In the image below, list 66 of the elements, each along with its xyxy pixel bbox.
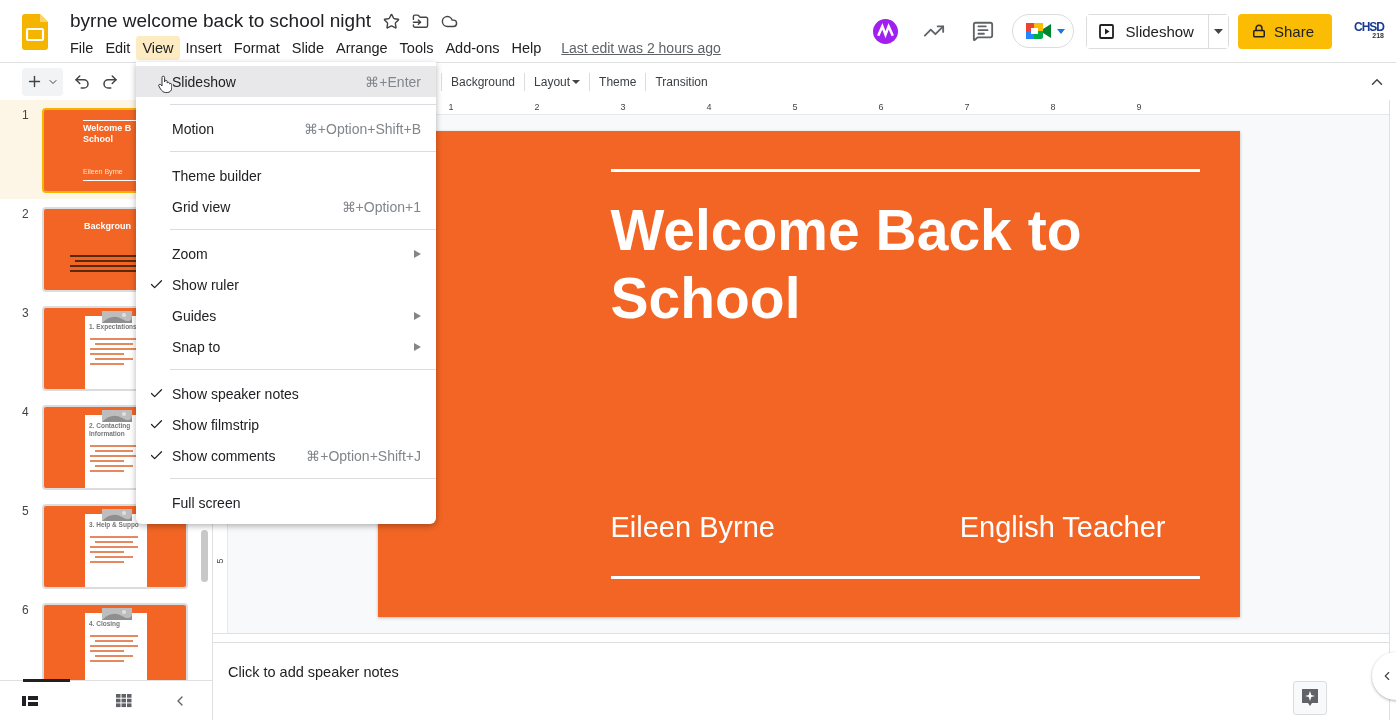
new-slide-button[interactable] xyxy=(22,67,63,96)
addon-icon[interactable] xyxy=(872,18,898,44)
ruler-number: 4 xyxy=(705,102,713,112)
ruler-number: 5 xyxy=(791,102,799,112)
slideshow-button[interactable]: Slideshow xyxy=(1086,14,1209,48)
logo-text: CHSD xyxy=(1354,22,1384,34)
menu-bar-item[interactable]: Format xyxy=(227,36,286,60)
text-lines-drawing xyxy=(90,635,138,665)
speaker-notes-placeholder[interactable]: Click to add speaker notes xyxy=(228,664,399,680)
text-lines-drawing xyxy=(90,338,138,368)
toolbar-button[interactable]: Background xyxy=(441,72,525,91)
menu-bar-item[interactable]: View xyxy=(136,36,180,60)
play-icon xyxy=(1098,23,1114,39)
assistant-button[interactable] xyxy=(1293,681,1327,715)
hand-cursor-icon xyxy=(158,75,172,93)
caret-icon xyxy=(1213,28,1223,34)
ruler-number: 7 xyxy=(963,102,971,112)
slide-number: 1 xyxy=(21,108,30,122)
share-button[interactable]: Share xyxy=(1237,13,1332,49)
ruler-number: 1 xyxy=(447,102,455,112)
toolbar-button[interactable]: Theme xyxy=(589,72,646,91)
menu-bar-item[interactable]: Arrange xyxy=(330,36,394,60)
scrollbar[interactable] xyxy=(201,530,208,582)
ruler-number: 6 xyxy=(877,102,885,112)
menu-bar-item[interactable]: Tools xyxy=(393,36,440,60)
slide-number: 6 xyxy=(21,603,30,617)
ruler-number: 3 xyxy=(619,102,627,112)
thumbnail-title: School xyxy=(83,134,113,145)
ruler-number: 2 xyxy=(533,102,541,112)
shortcut-text: ⌘+Enter xyxy=(365,73,421,90)
text-lines-drawing xyxy=(90,536,138,566)
undo-icon[interactable] xyxy=(73,72,91,91)
menu-bar-item[interactable]: File xyxy=(64,36,100,60)
star-icon[interactable] xyxy=(383,12,400,30)
menu-bar-item[interactable]: Slide xyxy=(285,36,330,60)
video-camera-icon xyxy=(1024,21,1053,41)
sparkle-icon xyxy=(1301,688,1319,708)
side-panel-toggle[interactable] xyxy=(1372,652,1396,700)
toolbar-button[interactable]: Layout xyxy=(524,72,590,91)
menu-bar-item[interactable]: Help xyxy=(505,36,548,60)
plus-icon xyxy=(26,73,43,90)
ruler-number: 8 xyxy=(1049,102,1057,112)
list-view-icon[interactable] xyxy=(22,693,38,708)
slide-number: 5 xyxy=(21,504,30,518)
document-title[interactable]: byrne welcome back to school night xyxy=(70,10,371,32)
move-folder-icon[interactable] xyxy=(412,12,429,30)
caret-icon xyxy=(1056,28,1065,34)
last-edit-link[interactable]: Last edit was 2 hours ago xyxy=(561,40,721,56)
grid-view-icon[interactable] xyxy=(116,693,132,708)
ruler-number: 9 xyxy=(1135,102,1143,112)
text-lines-drawing xyxy=(90,445,138,475)
menu-bar-item[interactable]: Add-ons xyxy=(439,36,506,60)
slide-number: 4 xyxy=(21,405,30,419)
menu-bar-item[interactable]: Edit xyxy=(99,36,137,60)
slide-number: 2 xyxy=(21,207,30,221)
thumbnail-title: Welcome B xyxy=(83,123,132,134)
redo-icon[interactable] xyxy=(101,72,119,91)
thumbnail-title: Backgroun xyxy=(84,221,131,232)
menu-bar-item[interactable]: Insert xyxy=(179,36,228,60)
active-view-indicator xyxy=(23,679,70,682)
ruler-number: 5 xyxy=(215,558,225,564)
toolbar-button[interactable]: Transition xyxy=(645,72,717,91)
slide-number: 3 xyxy=(21,306,30,320)
menu-item[interactable]: Slideshow ⌘+Enter xyxy=(136,66,436,97)
caret-icon xyxy=(572,79,581,84)
lock-icon xyxy=(1251,24,1266,38)
